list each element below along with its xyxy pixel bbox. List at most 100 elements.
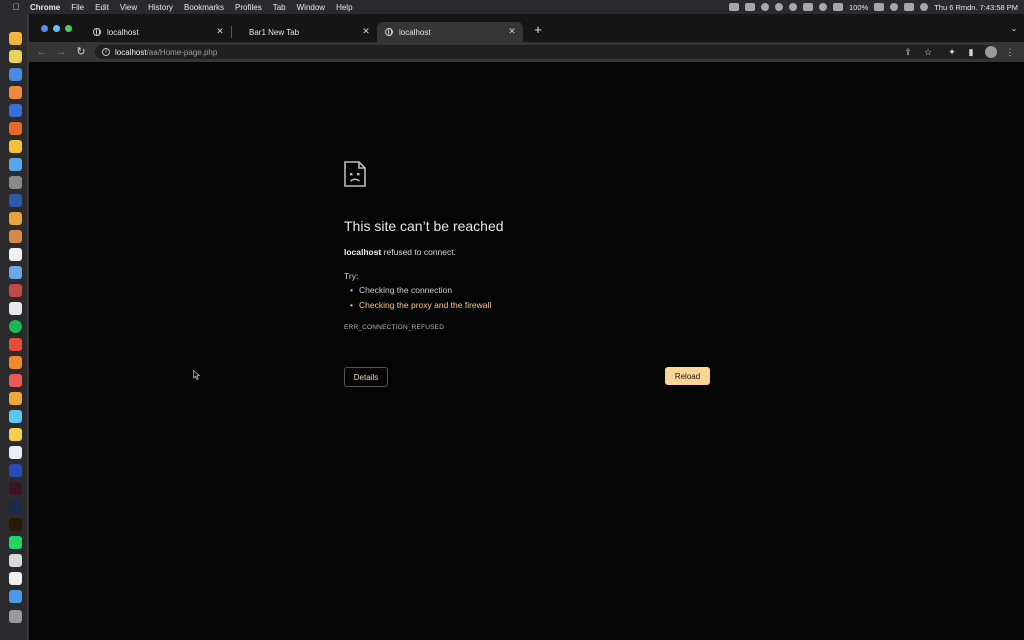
app-icon[interactable] <box>9 266 22 279</box>
app-icon[interactable] <box>9 140 22 153</box>
chevron-down-icon[interactable]: ⌄ <box>1009 24 1019 34</box>
suggestion-link[interactable]: Checking the proxy and the firewall <box>350 300 491 310</box>
globe-icon <box>385 28 393 36</box>
finder-icon[interactable] <box>9 32 22 45</box>
menu-edit[interactable]: Edit <box>95 3 109 12</box>
error-page: This site can’t be reached localhost ref… <box>29 62 1024 640</box>
app-icon[interactable] <box>9 86 22 99</box>
tab-title: localhost <box>107 27 139 37</box>
app-icon[interactable] <box>9 158 22 171</box>
address-bar[interactable]: i localhost /aa/Home-page.php <box>95 45 995 59</box>
illustrator-icon[interactable] <box>9 518 22 531</box>
menu-window[interactable]: Window <box>297 3 325 12</box>
app-icon[interactable] <box>9 284 22 297</box>
app-icon[interactable] <box>9 464 22 477</box>
status-area: 100% Thu 6 Rmdn. 7:43:58 PM <box>729 0 1018 14</box>
app-icon[interactable] <box>9 572 22 585</box>
menu-bookmarks[interactable]: Bookmarks <box>184 3 224 12</box>
photoshop-icon[interactable] <box>9 500 22 513</box>
app-icon[interactable] <box>9 446 22 459</box>
battery-icon[interactable] <box>874 3 885 11</box>
app-icon[interactable] <box>9 248 22 261</box>
tab-title: localhost <box>399 27 431 37</box>
menu-app-name[interactable]: Chrome <box>30 3 60 12</box>
reload-icon[interactable]: ↻ <box>73 44 89 60</box>
url-path: /aa/Home-page.php <box>146 47 218 57</box>
app-icon[interactable] <box>9 338 22 351</box>
toggle-icon[interactable] <box>745 3 756 11</box>
suggestion-item: Checking the connection <box>350 285 452 295</box>
tab-localhost-active[interactable]: localhost ✕ <box>377 22 523 42</box>
more-menu-icon[interactable]: ⋮ <box>1003 45 1017 59</box>
close-tab-icon[interactable]: ✕ <box>215 26 225 37</box>
forward-arrow-icon[interactable]: → <box>53 44 69 60</box>
menu-tab[interactable]: Tab <box>273 3 286 12</box>
trash-icon[interactable] <box>9 610 22 623</box>
minimize-window-icon[interactable] <box>53 25 60 32</box>
close-tab-icon[interactable]: ✕ <box>361 26 371 37</box>
share-icon[interactable]: ⇪ <box>901 45 915 59</box>
app-icon[interactable] <box>9 392 22 405</box>
display-icon[interactable] <box>803 3 814 11</box>
menu-view[interactable]: View <box>120 3 137 12</box>
app-icon[interactable] <box>9 104 22 117</box>
maximize-window-icon[interactable] <box>65 25 72 32</box>
apple-icon[interactable]:  <box>10 2 22 12</box>
app-icon[interactable] <box>9 554 22 567</box>
wifi-icon[interactable] <box>789 3 798 11</box>
new-tab-icon[interactable]: + <box>531 23 545 37</box>
tab-new-tab[interactable]: Bar1 New Tab ✕ <box>241 22 377 42</box>
vpn-icon[interactable] <box>761 3 770 11</box>
zoom-icon[interactable] <box>729 3 740 11</box>
error-code: ERR_CONNECTION_REFUSED <box>344 324 445 331</box>
tab-localhost-1[interactable]: localhost ✕ <box>85 22 231 42</box>
launchpad-icon[interactable] <box>9 68 22 81</box>
extensions-icon[interactable]: ✦ <box>945 45 959 59</box>
bluetooth-icon[interactable] <box>890 3 899 11</box>
siri-icon[interactable] <box>920 3 929 11</box>
globe-icon <box>93 28 101 36</box>
app-icon[interactable] <box>9 212 22 225</box>
app-icon[interactable] <box>9 356 22 369</box>
url-host: localhost <box>115 47 147 57</box>
menu-clock[interactable]: Thu 6 Rmdn. 7:43:58 PM <box>934 3 1018 12</box>
tab-strip: localhost ✕ Bar1 New Tab ✕ localhost ✕ +… <box>29 14 1024 42</box>
chrome-window: localhost ✕ Bar1 New Tab ✕ localhost ✕ +… <box>28 14 1024 640</box>
play-icon[interactable] <box>819 3 828 11</box>
try-label: Try: <box>344 271 359 281</box>
menu-history[interactable]: History <box>148 3 173 12</box>
sad-page-icon <box>344 161 366 187</box>
app-icon[interactable] <box>9 122 22 135</box>
flag-icon[interactable] <box>833 3 844 11</box>
tab-separator <box>231 26 232 38</box>
info-icon[interactable]: i <box>102 48 110 56</box>
mouse-cursor-icon <box>193 370 201 380</box>
close-tab-icon[interactable]: ✕ <box>507 26 517 37</box>
app-icon[interactable] <box>9 230 22 243</box>
spotify-icon[interactable] <box>9 320 22 333</box>
details-button[interactable]: Details <box>344 367 388 387</box>
app-icon[interactable] <box>9 176 22 189</box>
app-icon[interactable] <box>9 194 22 207</box>
back-arrow-icon[interactable]: ← <box>34 44 50 60</box>
whatsapp-icon[interactable] <box>9 536 22 549</box>
volume-icon[interactable] <box>775 3 784 11</box>
notes-icon[interactable] <box>9 50 22 63</box>
side-panel-icon[interactable]: ▮ <box>964 45 978 59</box>
menu-file[interactable]: File <box>71 3 84 12</box>
bookmark-star-icon[interactable]: ☆ <box>921 45 935 59</box>
menu-help[interactable]: Help <box>336 3 352 12</box>
tab-title: Bar1 New Tab <box>249 27 300 37</box>
close-window-icon[interactable] <box>41 25 48 32</box>
chrome-icon[interactable] <box>9 302 22 315</box>
reload-button[interactable]: Reload <box>665 367 710 385</box>
app-icon[interactable] <box>9 590 22 603</box>
control-center-icon[interactable] <box>904 3 915 11</box>
audition-icon[interactable] <box>9 482 22 495</box>
screen:  Chrome File Edit View History Bookmark… <box>0 0 1024 640</box>
app-icon[interactable] <box>9 410 22 423</box>
profile-avatar[interactable] <box>985 46 997 58</box>
app-icon[interactable] <box>9 428 22 441</box>
app-icon[interactable] <box>9 374 22 387</box>
menu-profiles[interactable]: Profiles <box>235 3 262 12</box>
